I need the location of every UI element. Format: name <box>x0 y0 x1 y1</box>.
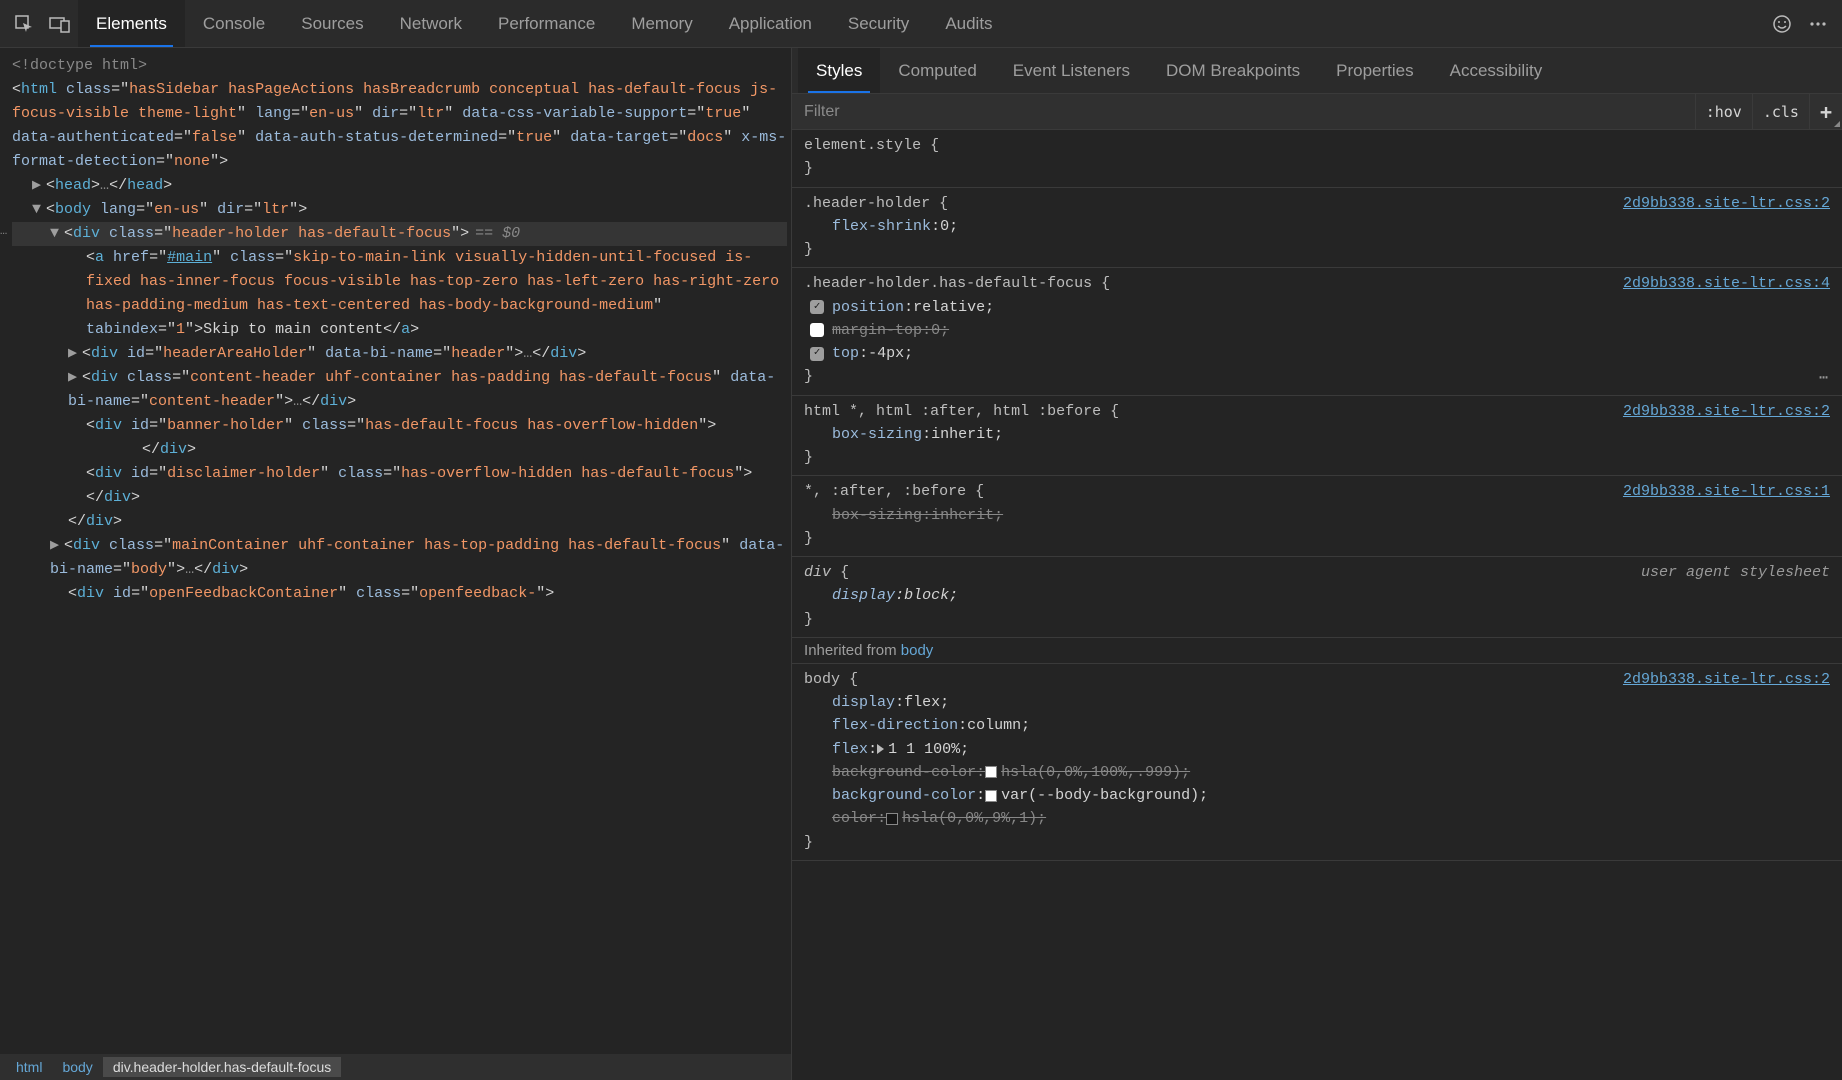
side-tab-dom-breakpoints[interactable]: DOM Breakpoints <box>1148 48 1318 93</box>
property-checkbox[interactable]: ✓ <box>810 300 824 314</box>
stylesheet-link[interactable]: 2d9bb338.site-ltr.css:4 <box>1623 272 1830 295</box>
top-tab-memory[interactable]: Memory <box>613 0 710 47</box>
property-checkbox[interactable] <box>810 323 824 337</box>
style-rule[interactable]: 2d9bb338.site-ltr.css:4.header-holder.ha… <box>792 268 1842 395</box>
side-tab-styles[interactable]: Styles <box>798 48 880 93</box>
user-agent-label: user agent stylesheet <box>1641 561 1830 584</box>
style-rule[interactable]: 2d9bb338.site-ltr.css:2body {display: fl… <box>792 664 1842 861</box>
color-swatch[interactable] <box>886 813 898 825</box>
styles-pane: StylesComputedEvent ListenersDOM Breakpo… <box>792 48 1842 1080</box>
filter-bar: :hov .cls + <box>792 94 1842 130</box>
devtools-root: ElementsConsoleSourcesNetworkPerformance… <box>0 0 1842 1080</box>
color-swatch[interactable] <box>985 766 997 778</box>
breadcrumb-item[interactable]: div.header-holder.has-default-focus <box>103 1057 341 1077</box>
inherited-header: Inherited from body <box>792 638 1842 664</box>
side-tab-event-listeners[interactable]: Event Listeners <box>995 48 1148 93</box>
stylesheet-link[interactable]: 2d9bb338.site-ltr.css:2 <box>1623 400 1830 423</box>
dom-selected-node[interactable]: …▼<div class="header-holder has-default-… <box>12 222 787 246</box>
breadcrumb-item[interactable]: body <box>52 1057 102 1077</box>
top-tab-security[interactable]: Security <box>830 0 927 47</box>
stylesheet-link[interactable]: 2d9bb338.site-ltr.css:2 <box>1623 192 1830 215</box>
top-tab-network[interactable]: Network <box>382 0 480 47</box>
top-bar: ElementsConsoleSourcesNetworkPerformance… <box>0 0 1842 48</box>
side-tab-properties[interactable]: Properties <box>1318 48 1431 93</box>
device-toolbar-icon[interactable] <box>42 6 78 42</box>
top-tab-sources[interactable]: Sources <box>283 0 381 47</box>
top-tabs: ElementsConsoleSourcesNetworkPerformance… <box>78 0 1011 47</box>
stylesheet-link[interactable]: 2d9bb338.site-ltr.css:1 <box>1623 480 1830 503</box>
top-tab-performance[interactable]: Performance <box>480 0 613 47</box>
top-tab-audits[interactable]: Audits <box>927 0 1010 47</box>
hov-toggle[interactable]: :hov <box>1695 94 1752 129</box>
breadcrumb: htmlbodydiv.header-holder.has-default-fo… <box>0 1054 791 1080</box>
style-rule[interactable]: 2d9bb338.site-ltr.css:1*, :after, :befor… <box>792 476 1842 557</box>
cls-toggle[interactable]: .cls <box>1752 94 1809 129</box>
color-swatch[interactable] <box>985 790 997 802</box>
more-menu-icon[interactable] <box>1800 6 1836 42</box>
dom-tree[interactable]: <!doctype html><html class="hasSidebar h… <box>0 48 791 1054</box>
main-split: <!doctype html><html class="hasSidebar h… <box>0 48 1842 1080</box>
expand-corner-icon[interactable] <box>1834 121 1840 127</box>
feedback-smiley-icon[interactable] <box>1764 6 1800 42</box>
style-rule[interactable]: 2d9bb338.site-ltr.css:2.header-holder {f… <box>792 188 1842 269</box>
stylesheet-link[interactable]: 2d9bb338.site-ltr.css:2 <box>1623 668 1830 691</box>
more-actions-icon[interactable]: ⋯ <box>1819 367 1830 390</box>
top-tab-elements[interactable]: Elements <box>78 0 185 47</box>
side-tabs: StylesComputedEvent ListenersDOM Breakpo… <box>792 48 1842 94</box>
styles-filter-input[interactable] <box>792 103 1695 121</box>
side-tab-computed[interactable]: Computed <box>880 48 994 93</box>
property-checkbox[interactable]: ✓ <box>810 347 824 361</box>
top-tab-console[interactable]: Console <box>185 0 283 47</box>
inspect-element-icon[interactable] <box>6 6 42 42</box>
style-rule[interactable]: 2d9bb338.site-ltr.css:2html *, html :aft… <box>792 396 1842 477</box>
expand-shorthand-icon[interactable] <box>877 744 884 754</box>
style-rule[interactable]: user agent stylesheetdiv {display: block… <box>792 557 1842 638</box>
top-tab-application[interactable]: Application <box>711 0 830 47</box>
side-tab-accessibility[interactable]: Accessibility <box>1432 48 1561 93</box>
dom-pane: <!doctype html><html class="hasSidebar h… <box>0 48 792 1080</box>
style-rule[interactable]: element.style {} <box>792 130 1842 188</box>
breadcrumb-item[interactable]: html <box>6 1057 52 1077</box>
style-rules[interactable]: element.style {}2d9bb338.site-ltr.css:2.… <box>792 130 1842 1080</box>
